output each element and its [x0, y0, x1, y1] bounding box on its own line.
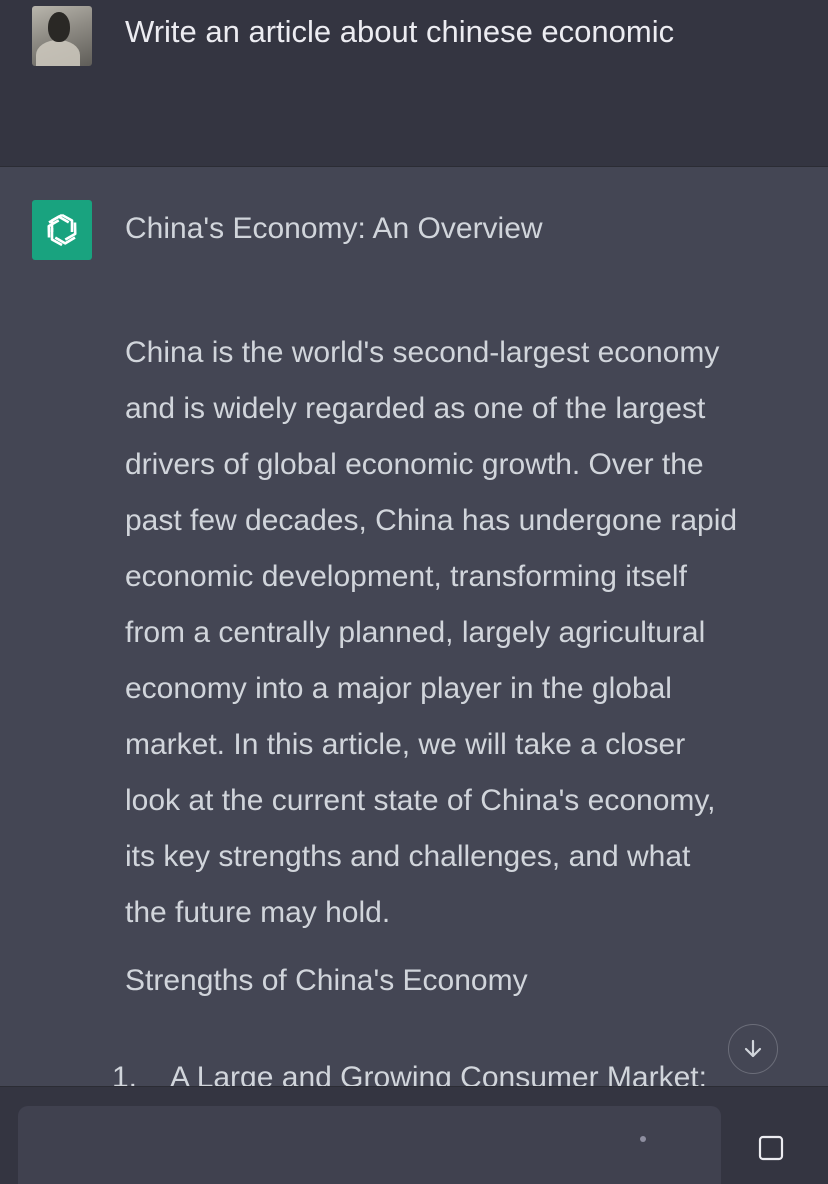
- user-avatar-head: [48, 12, 70, 42]
- user-avatar: [32, 6, 92, 66]
- paragraph-line: drivers of global economic growth. Over …: [125, 448, 704, 481]
- section-heading: Strengths of China's Economy: [125, 964, 528, 997]
- paragraph-line: China is the world's second-largest econ…: [125, 336, 720, 369]
- stop-generating-button[interactable]: [748, 1125, 794, 1171]
- typing-indicator-dot: [640, 1136, 646, 1142]
- user-message-text: Write an article about chinese economic: [125, 14, 675, 49]
- paragraph-line: past few decades, China has undergone ra…: [125, 504, 738, 537]
- user-message-row: Write an article about chinese economic: [0, 0, 828, 167]
- paragraph-line: its key strengths and challenges, and wh…: [125, 840, 691, 873]
- paragraph-line: look at the current state of China's eco…: [125, 784, 716, 817]
- assistant-message: China's Economy: An Overview China is th…: [125, 205, 805, 941]
- article-title: China's Economy: An Overview: [125, 212, 543, 245]
- openai-logo-icon: [47, 213, 77, 247]
- chat-screen: Write an article about chinese economic …: [0, 0, 828, 1184]
- composer-bar: [0, 1086, 828, 1184]
- assistant-avatar: [32, 200, 92, 260]
- paragraph-line: market. In this article, we will take a …: [125, 728, 686, 761]
- scroll-down-button[interactable]: [728, 1024, 778, 1074]
- paragraph-line: the future may hold.: [125, 896, 391, 929]
- paragraph-line: and is widely regarded as one of the lar…: [125, 392, 706, 425]
- paragraph-line: economic development, transforming itsel…: [125, 560, 687, 593]
- paragraph-line: from a centrally planned, largely agricu…: [125, 616, 706, 649]
- paragraph-line: economy into a major player in the globa…: [125, 672, 672, 705]
- stop-square-icon: [758, 1135, 784, 1161]
- message-input[interactable]: [18, 1106, 721, 1184]
- user-avatar-shoulder: [36, 40, 80, 66]
- article-paragraph: China is the world's second-largest econ…: [125, 325, 805, 941]
- arrow-down-icon: [744, 1039, 762, 1058]
